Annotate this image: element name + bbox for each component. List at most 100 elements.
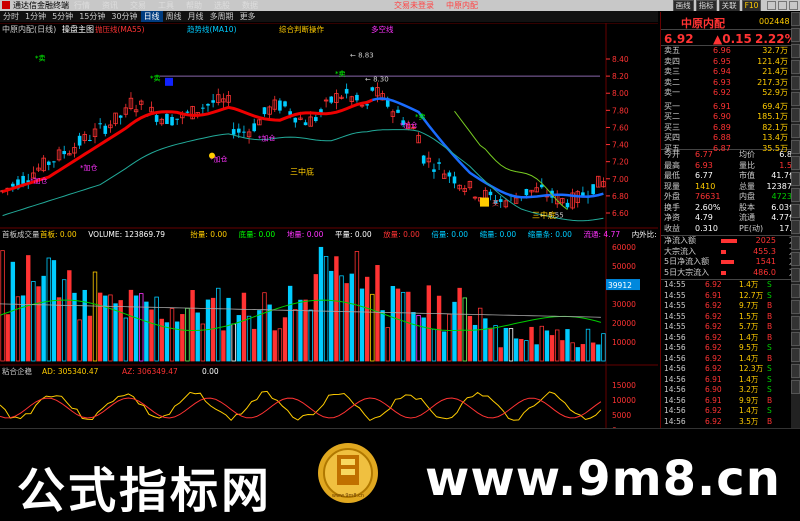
side-tool-button[interactable]	[791, 300, 800, 314]
volume-bar	[149, 309, 154, 362]
volume-bar	[519, 338, 524, 362]
price-row: 6.92 ▲0.15 2.22%	[661, 30, 800, 46]
period-tab[interactable]: 30分钟	[108, 11, 140, 22]
side-tool-button[interactable]	[791, 284, 800, 298]
period-tab[interactable]: 分时	[0, 11, 22, 22]
account-item[interactable]: 交易未登录	[394, 0, 434, 11]
period-tab[interactable]: 日线	[140, 11, 163, 22]
side-tool-button[interactable]	[791, 236, 800, 250]
period-tab[interactable]: 多周期	[207, 11, 237, 22]
side-scrollbar[interactable]	[791, 12, 800, 432]
volume-bar	[72, 292, 77, 362]
volume-bar	[241, 292, 247, 362]
menu-item[interactable]: 工具	[158, 0, 174, 11]
toolbar-button[interactable]: 关联	[718, 0, 740, 11]
volume-bar	[298, 299, 303, 362]
side-tool-button[interactable]	[791, 380, 800, 394]
side-tool-button[interactable]	[791, 268, 800, 282]
flow-row: 5日大宗流入486.0万	[664, 267, 797, 277]
side-tool-button[interactable]	[791, 204, 800, 218]
candle-body	[314, 117, 318, 122]
side-tool-button[interactable]	[791, 156, 800, 170]
side-tool-button[interactable]	[791, 252, 800, 266]
volume-bar	[596, 344, 601, 362]
volume-legend-item: 流通: 4.77	[584, 229, 621, 239]
maximize-icon[interactable]: □	[778, 1, 787, 10]
account-item[interactable]: 中原内配	[446, 0, 478, 11]
volume-bar	[498, 347, 503, 362]
volume-bar	[329, 270, 334, 362]
price-axis-label: 7.80	[612, 106, 629, 115]
side-tool-button[interactable]	[791, 332, 800, 346]
side-tool-button[interactable]	[791, 220, 800, 234]
volume-bar	[349, 273, 354, 362]
candle-body	[175, 118, 179, 120]
side-tool-button[interactable]	[791, 188, 800, 202]
menu-item[interactable]: 资讯	[102, 0, 118, 11]
candle-body	[21, 175, 25, 184]
sell-signal-label: *卖	[335, 70, 346, 78]
side-tool-button[interactable]	[791, 76, 800, 90]
side-tool-button[interactable]	[791, 92, 800, 106]
ask-row[interactable]: 卖一 6.92 52.9万	[661, 88, 800, 99]
menu-item[interactable]: 选股	[214, 0, 230, 11]
menu-item[interactable]: 交易	[130, 0, 146, 11]
volume-bar	[87, 315, 93, 362]
side-tool-button[interactable]	[791, 316, 800, 330]
side-tool-button[interactable]	[791, 44, 800, 58]
volume-axis-label: 50000	[612, 262, 636, 271]
volume-bar	[226, 297, 231, 362]
period-tab[interactable]: 周线	[163, 11, 185, 22]
period-tab[interactable]: 1分钟	[22, 11, 49, 22]
volume-bar	[411, 312, 416, 362]
side-tool-button[interactable]	[791, 348, 800, 362]
period-tab[interactable]: 5分钟	[49, 11, 76, 22]
close-icon[interactable]: ×	[789, 1, 798, 10]
side-tool-button[interactable]	[791, 172, 800, 186]
tick-row: 14:56 6.91 9.9万 B	[664, 395, 773, 405]
candle-body	[488, 191, 493, 196]
side-tool-button[interactable]	[791, 140, 800, 154]
ask-row[interactable]: 卖五 6.96 32.7万	[661, 46, 800, 57]
side-tool-button[interactable]	[791, 12, 800, 26]
bid-row[interactable]: 买三 6.89 82.1万	[661, 123, 800, 134]
price-axis-label: 8.00	[612, 89, 629, 98]
toolbar-button[interactable]: 指标	[695, 0, 717, 11]
ask-row[interactable]: 卖二 6.93 217.3万	[661, 78, 800, 89]
menu-item[interactable]: 数据	[242, 0, 258, 11]
bid-row[interactable]: 买一 6.91 69.4万	[661, 102, 800, 113]
price-axis-label: 7.00	[612, 175, 629, 184]
kline-chart-area[interactable]: 中原内配(日线) 操盘主图 抛压线(MA55) 趋势线(MA10) 综合判断操作 多空线 8…	[0, 23, 658, 428]
side-tool-button[interactable]	[791, 108, 800, 122]
side-tool-button[interactable]	[791, 60, 800, 74]
menu-item[interactable]: 帮助	[186, 0, 202, 11]
side-tool-button[interactable]	[791, 28, 800, 42]
period-tab[interactable]: 15分钟	[76, 11, 108, 22]
bid-row[interactable]: 买四 6.88 13.4万	[661, 133, 800, 144]
toolbar-button[interactable]: 画线	[672, 0, 694, 11]
tick-row: 14:55 6.92 5.7万 B	[664, 322, 773, 331]
candle-body	[524, 188, 529, 196]
volume-pane-title: 首板成交量	[2, 229, 40, 239]
period-tab[interactable]: 更多	[237, 11, 259, 22]
tick-row: 14:56 6.92 12.3万 S	[664, 364, 772, 373]
toolbar-button[interactable]: F10	[741, 0, 762, 11]
bid-row[interactable]: 买二 6.90 185.1万	[661, 112, 800, 123]
side-tool-button[interactable]	[791, 124, 800, 138]
volume-bar	[359, 288, 365, 362]
volume-bar	[590, 342, 596, 362]
ask-row[interactable]: 卖四 6.95 121.4万	[661, 57, 800, 68]
ask-row[interactable]: 卖三 6.94 21.4万	[661, 67, 800, 78]
menu-item[interactable]: 行情	[74, 0, 90, 11]
minimize-icon[interactable]: –	[767, 1, 776, 10]
candle-body	[344, 88, 349, 94]
candle-body	[52, 161, 56, 163]
volume-bar	[544, 330, 550, 362]
volume-legend-item: 缩量条: 0.00	[528, 229, 572, 239]
period-tab[interactable]: 月线	[185, 11, 207, 22]
tick-row: 14:55 6.91 12.7万 S	[664, 290, 772, 300]
candle-body	[62, 151, 66, 155]
candle-body	[365, 104, 369, 106]
side-tool-button[interactable]	[791, 364, 800, 378]
volume-bar	[395, 288, 401, 362]
